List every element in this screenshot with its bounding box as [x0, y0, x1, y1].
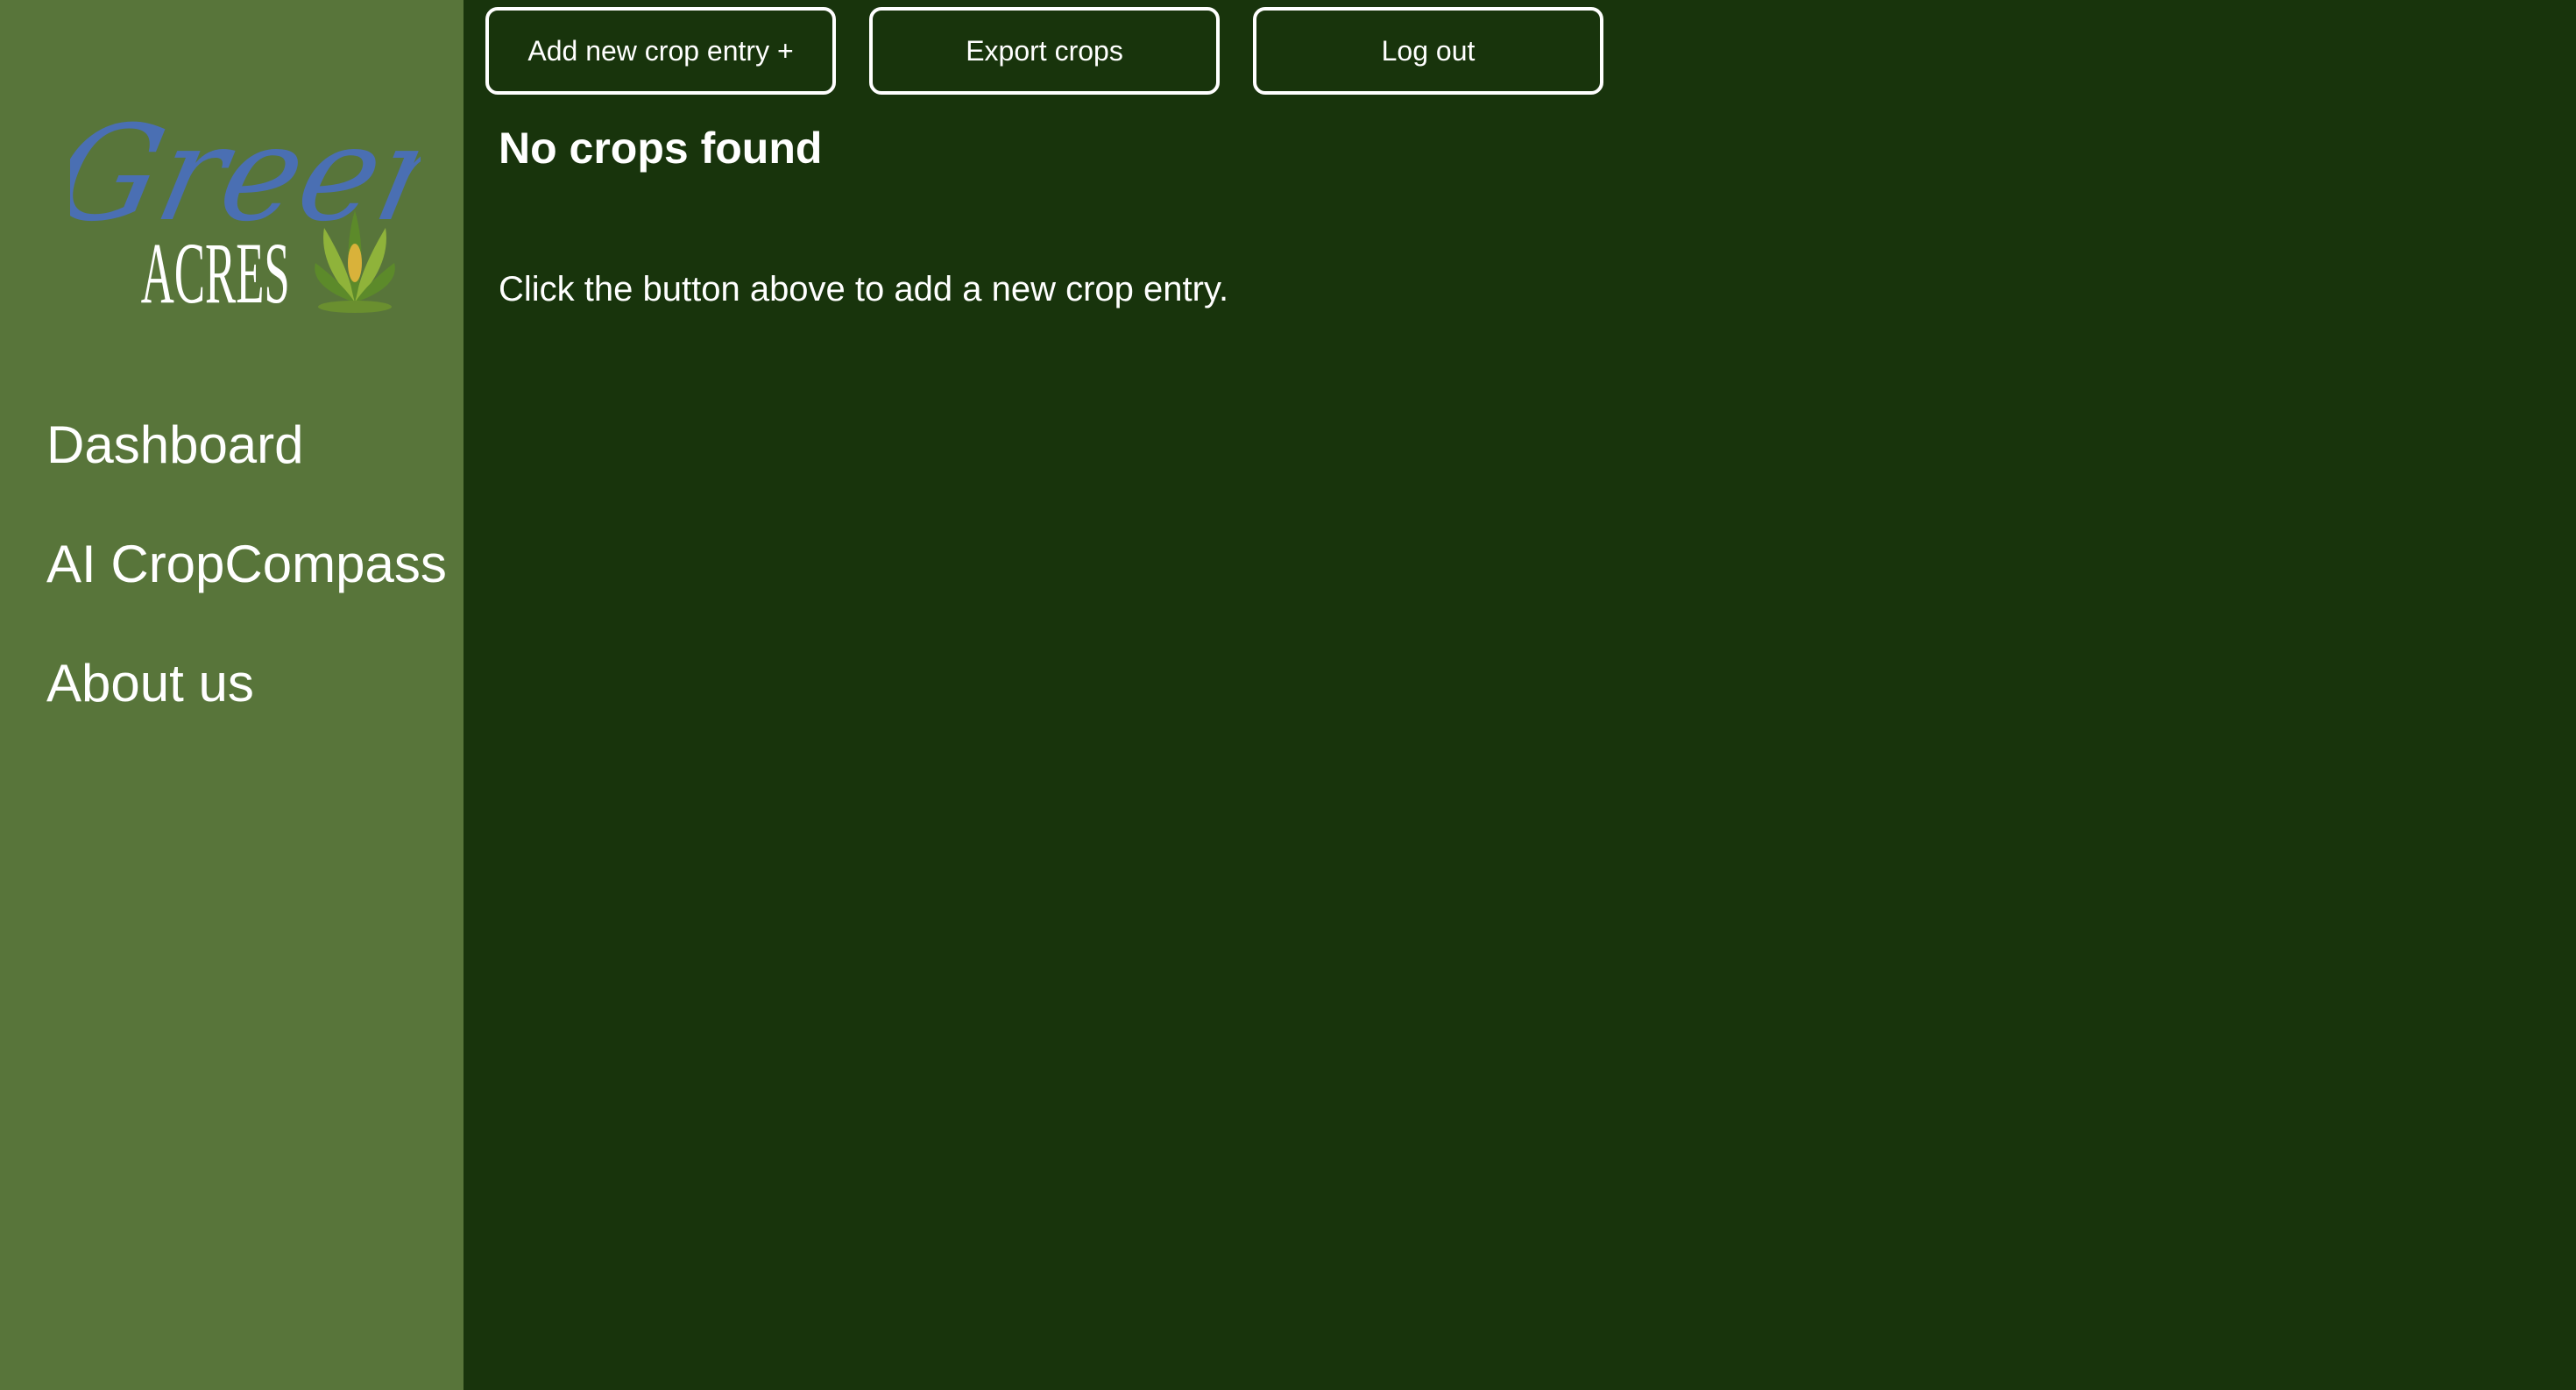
sidebar: Green ACRES Dashboard AI CropCompass Abo… [0, 0, 464, 1390]
add-crop-entry-button[interactable]: Add new crop entry + [485, 7, 836, 95]
log-out-button[interactable]: Log out [1253, 7, 1603, 95]
empty-state-hint: Click the button above to add a new crop… [499, 270, 1229, 308]
main-content: Add new crop entry + Export crops Log ou… [464, 0, 2576, 1390]
sidebar-nav: Dashboard AI CropCompass About us [46, 386, 447, 743]
sidebar-item-ai-cropcompass[interactable]: AI CropCompass [46, 505, 447, 624]
sidebar-item-about-us[interactable]: About us [46, 624, 447, 743]
empty-state-title: No crops found [499, 124, 823, 173]
green-acres-logo[interactable]: Green ACRES [70, 88, 421, 324]
export-crops-button[interactable]: Export crops [869, 7, 1220, 95]
logo-main-text: ACRES [141, 225, 290, 323]
sidebar-item-dashboard[interactable]: Dashboard [46, 386, 447, 505]
toolbar: Add new crop entry + Export crops Log ou… [485, 7, 1603, 95]
